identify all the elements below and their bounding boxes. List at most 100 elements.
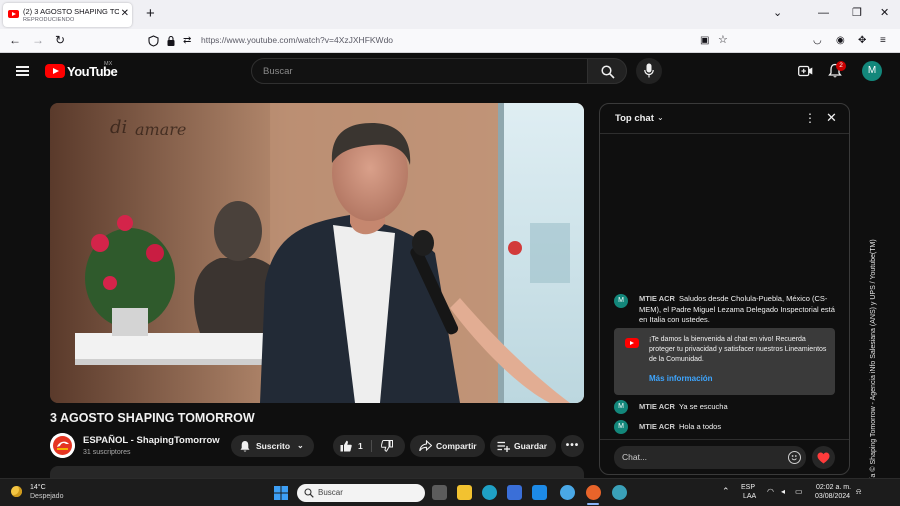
tab-close-icon[interactable]: ✕ <box>121 8 129 20</box>
wifi-icon[interactable]: ◠ <box>767 487 774 496</box>
learn-more-link[interactable]: Más información <box>649 374 713 383</box>
video-title: 3 AGOSTO SHAPING TOMORROW <box>50 411 255 425</box>
chat-more-icon[interactable]: ⋮ <box>804 111 816 125</box>
minimize-icon[interactable]: — <box>818 6 829 20</box>
notification-center-icon[interactable]: ⍾ <box>856 487 861 497</box>
send-heart-button[interactable] <box>812 446 835 469</box>
pocket-icon[interactable]: ◡ <box>813 34 822 48</box>
chat-author-name[interactable]: MTIE ACR <box>639 294 675 303</box>
youtube-logo-icon[interactable] <box>45 64 65 78</box>
shield-icon[interactable] <box>148 35 159 47</box>
chat-message: M MTIE ACR Ya se escucha <box>614 400 839 414</box>
search-placeholder: Buscar <box>263 66 293 77</box>
youtube-favicon-icon <box>8 10 19 18</box>
chrome-app-icon[interactable] <box>560 485 575 500</box>
reader-view-icon[interactable]: ▣ <box>700 34 709 48</box>
microsoft-store-icon[interactable] <box>507 485 522 500</box>
welcome-text: ¡Te damos la bienvenida al chat en vivo!… <box>649 336 827 363</box>
chat-author-avatar[interactable]: M <box>614 294 628 308</box>
moon-weather-icon[interactable] <box>11 486 22 497</box>
emoji-picker-icon[interactable] <box>788 451 801 464</box>
notification-badge: 2 <box>836 61 846 71</box>
channel-avatar[interactable] <box>50 433 75 458</box>
chat-author-avatar[interactable]: M <box>614 420 628 434</box>
volume-icon[interactable]: ◂ <box>781 487 785 496</box>
save-button[interactable]: Guardar <box>490 435 556 457</box>
file-explorer-icon[interactable] <box>457 485 472 500</box>
browser-tab[interactable]: (2) 3 AGOSTO SHAPING TOMORROW REPRODUCIE… <box>3 3 132 27</box>
subscribe-button[interactable]: Suscrito ⌄ <box>231 435 314 457</box>
video-player[interactable]: di amare <box>50 103 584 403</box>
like-thumb-icon[interactable] <box>340 440 352 452</box>
clock-date[interactable]: 03/08/2024 <box>815 493 850 500</box>
chat-message-text: Ya se escucha <box>678 402 728 411</box>
keyboard-layout[interactable]: LAA <box>743 493 756 500</box>
smiley-face-icon <box>791 455 797 461</box>
browser-tab-bar: (2) 3 AGOSTO SHAPING TOMORROW REPRODUCIE… <box>0 0 900 29</box>
chat-mode-selector[interactable]: Top chat <box>615 113 654 124</box>
save-label: Guardar <box>514 441 548 451</box>
chat-author-avatar[interactable]: M <box>614 400 628 414</box>
input-language[interactable]: ESP <box>741 484 755 491</box>
create-video-icon[interactable] <box>798 65 813 77</box>
taskbar-search-input[interactable]: Buscar <box>297 484 425 502</box>
chat-author-name[interactable]: MTIE ACR <box>639 402 675 411</box>
search-icon <box>601 65 615 79</box>
extensions-icon[interactable]: ✥ <box>858 34 866 48</box>
back-arrow-icon[interactable]: ← <box>9 33 21 47</box>
chat-close-icon[interactable]: ✕ <box>826 110 837 126</box>
search-input[interactable]: Buscar <box>251 58 588 84</box>
guide-menu-icon[interactable] <box>16 66 29 76</box>
globe-app-icon[interactable] <box>612 485 627 500</box>
menu-icon[interactable]: ≡ <box>880 34 886 48</box>
browser-nav-bar: ← → ↻ ⇄ https://www.youtube.com/watch?v=… <box>0 29 900 53</box>
clock-time[interactable]: 02:02 a. m. <box>816 484 851 491</box>
weather-temperature[interactable]: 14°C <box>30 484 46 491</box>
like-dislike-group: 1 <box>333 435 405 457</box>
chat-message: M MTIE ACR Hola a todos <box>614 420 839 434</box>
mail-app-icon[interactable] <box>532 485 547 500</box>
user-avatar[interactable]: M <box>862 61 882 81</box>
weather-description[interactable]: Despejado <box>30 493 63 500</box>
share-button[interactable]: Compartir <box>410 435 485 457</box>
chat-message-body: MTIE ACR Saludos desde Cholula-Puebla, Mé… <box>639 294 839 326</box>
tab-list-chevron-icon[interactable]: ⌄ <box>773 6 782 20</box>
live-chat-panel: Top chat ⌄ ⋮ ✕ M MTIE ACR Saludos desde C… <box>599 103 850 475</box>
edge-browser-icon[interactable] <box>482 485 497 500</box>
tray-overflow-chevron-icon[interactable]: ⌃ <box>722 486 730 497</box>
taskbar-search-placeholder: Buscar <box>318 488 343 497</box>
channel-name[interactable]: ESPAÑOL - ShapingTomorrow <box>83 435 220 446</box>
voice-search-button[interactable] <box>636 58 662 84</box>
windows-start-icon[interactable] <box>274 486 288 500</box>
like-count: 1 <box>358 441 363 451</box>
dislike-thumb-icon[interactable] <box>381 440 393 452</box>
window-close-icon[interactable]: ✕ <box>880 6 889 20</box>
chat-author-name[interactable]: MTIE ACR <box>639 422 675 431</box>
search-button[interactable] <box>587 58 627 84</box>
new-tab-icon[interactable]: + <box>146 6 155 21</box>
firefox-icon[interactable] <box>586 485 601 500</box>
chat-input-divider <box>600 439 849 440</box>
permissions-icon[interactable]: ⇄ <box>183 34 191 48</box>
lock-icon[interactable] <box>166 35 176 47</box>
subscribe-label: Suscrito <box>256 441 291 451</box>
account-icon[interactable]: ◉ <box>836 34 845 48</box>
chat-input[interactable]: Chat... <box>614 446 806 469</box>
address-bar[interactable]: https://www.youtube.com/watch?v=4XzJXHFK… <box>201 35 393 45</box>
heart-icon <box>817 452 830 464</box>
forward-arrow-icon[interactable]: → <box>32 33 44 47</box>
tab-playing-status: REPRODUCIENDO <box>23 17 75 23</box>
youtube-masthead: YouTube MX Buscar 2 M <box>0 53 900 89</box>
bell-icon <box>240 441 250 452</box>
restore-icon[interactable]: ❐ <box>852 6 862 20</box>
more-actions-icon[interactable]: ••• <box>561 435 584 457</box>
youtube-logo-icon <box>625 338 639 348</box>
chat-mode-chevron-icon[interactable]: ⌄ <box>657 113 664 122</box>
bookmark-star-icon[interactable]: ☆ <box>718 33 728 47</box>
share-arrow-icon <box>419 440 432 452</box>
battery-icon[interactable]: ▭ <box>795 487 803 496</box>
task-view-icon[interactable] <box>432 485 447 500</box>
svg-text:amare: amare <box>135 120 186 139</box>
tab-title: (2) 3 AGOSTO SHAPING TOMORROW <box>23 7 119 16</box>
reload-icon[interactable]: ↻ <box>55 33 65 47</box>
